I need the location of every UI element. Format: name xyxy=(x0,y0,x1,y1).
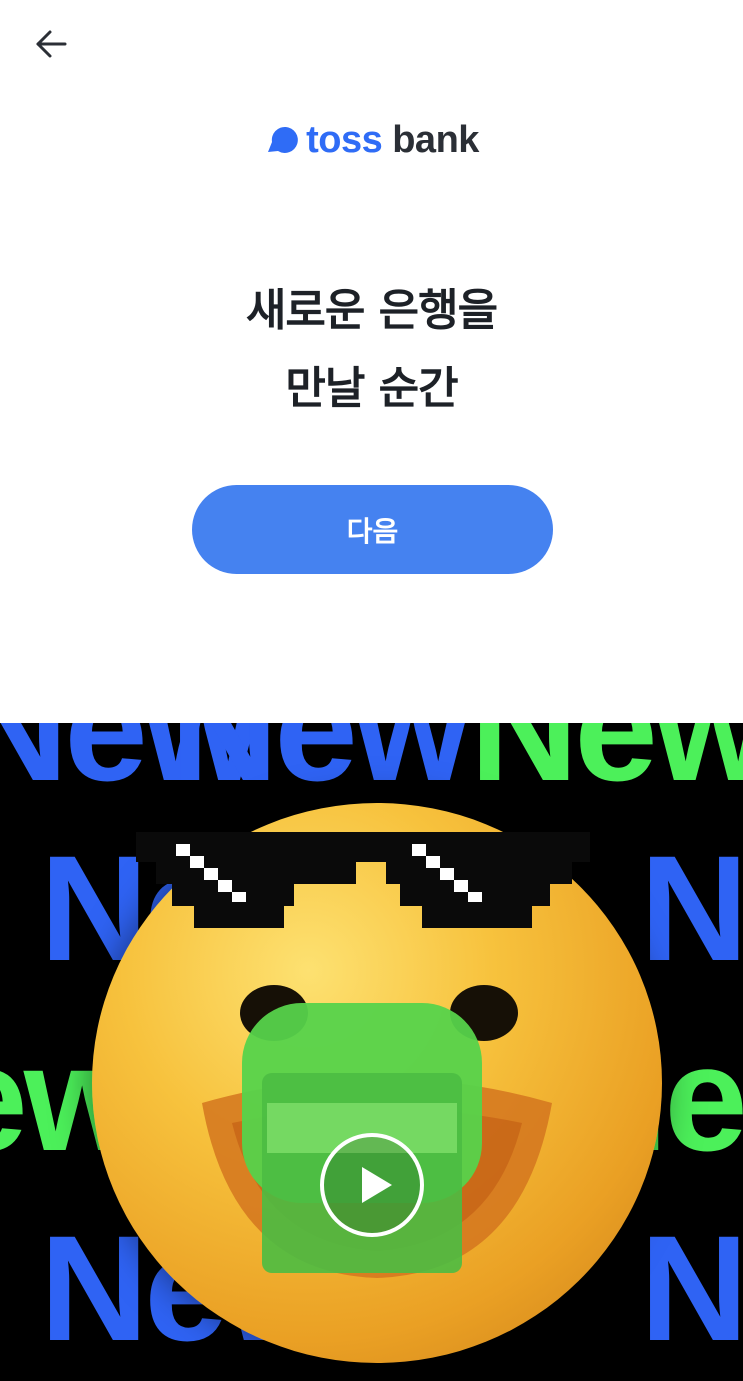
next-button[interactable]: 다음 xyxy=(192,485,553,574)
arrow-left-icon xyxy=(36,30,67,58)
video-background-text: New xyxy=(170,723,470,812)
pixel-sunglasses-icon xyxy=(136,832,590,928)
back-button[interactable] xyxy=(28,24,72,64)
logo-bank-text: bank xyxy=(392,118,479,161)
headline-line-2: 만날 순간 xyxy=(285,363,458,414)
logo-toss-text: toss xyxy=(306,118,383,161)
promo-video[interactable]: New New New New New New New New New xyxy=(0,723,743,1381)
headline-line-1: 새로운 은행을 xyxy=(245,285,498,336)
page-title: 새로운 은행을 만날 순간 xyxy=(0,272,743,428)
video-background-text: New xyxy=(470,723,743,812)
toss-bank-logo: toss bank xyxy=(0,112,743,168)
play-circle-icon[interactable] xyxy=(318,1131,426,1239)
toss-logo-icon xyxy=(268,126,298,153)
